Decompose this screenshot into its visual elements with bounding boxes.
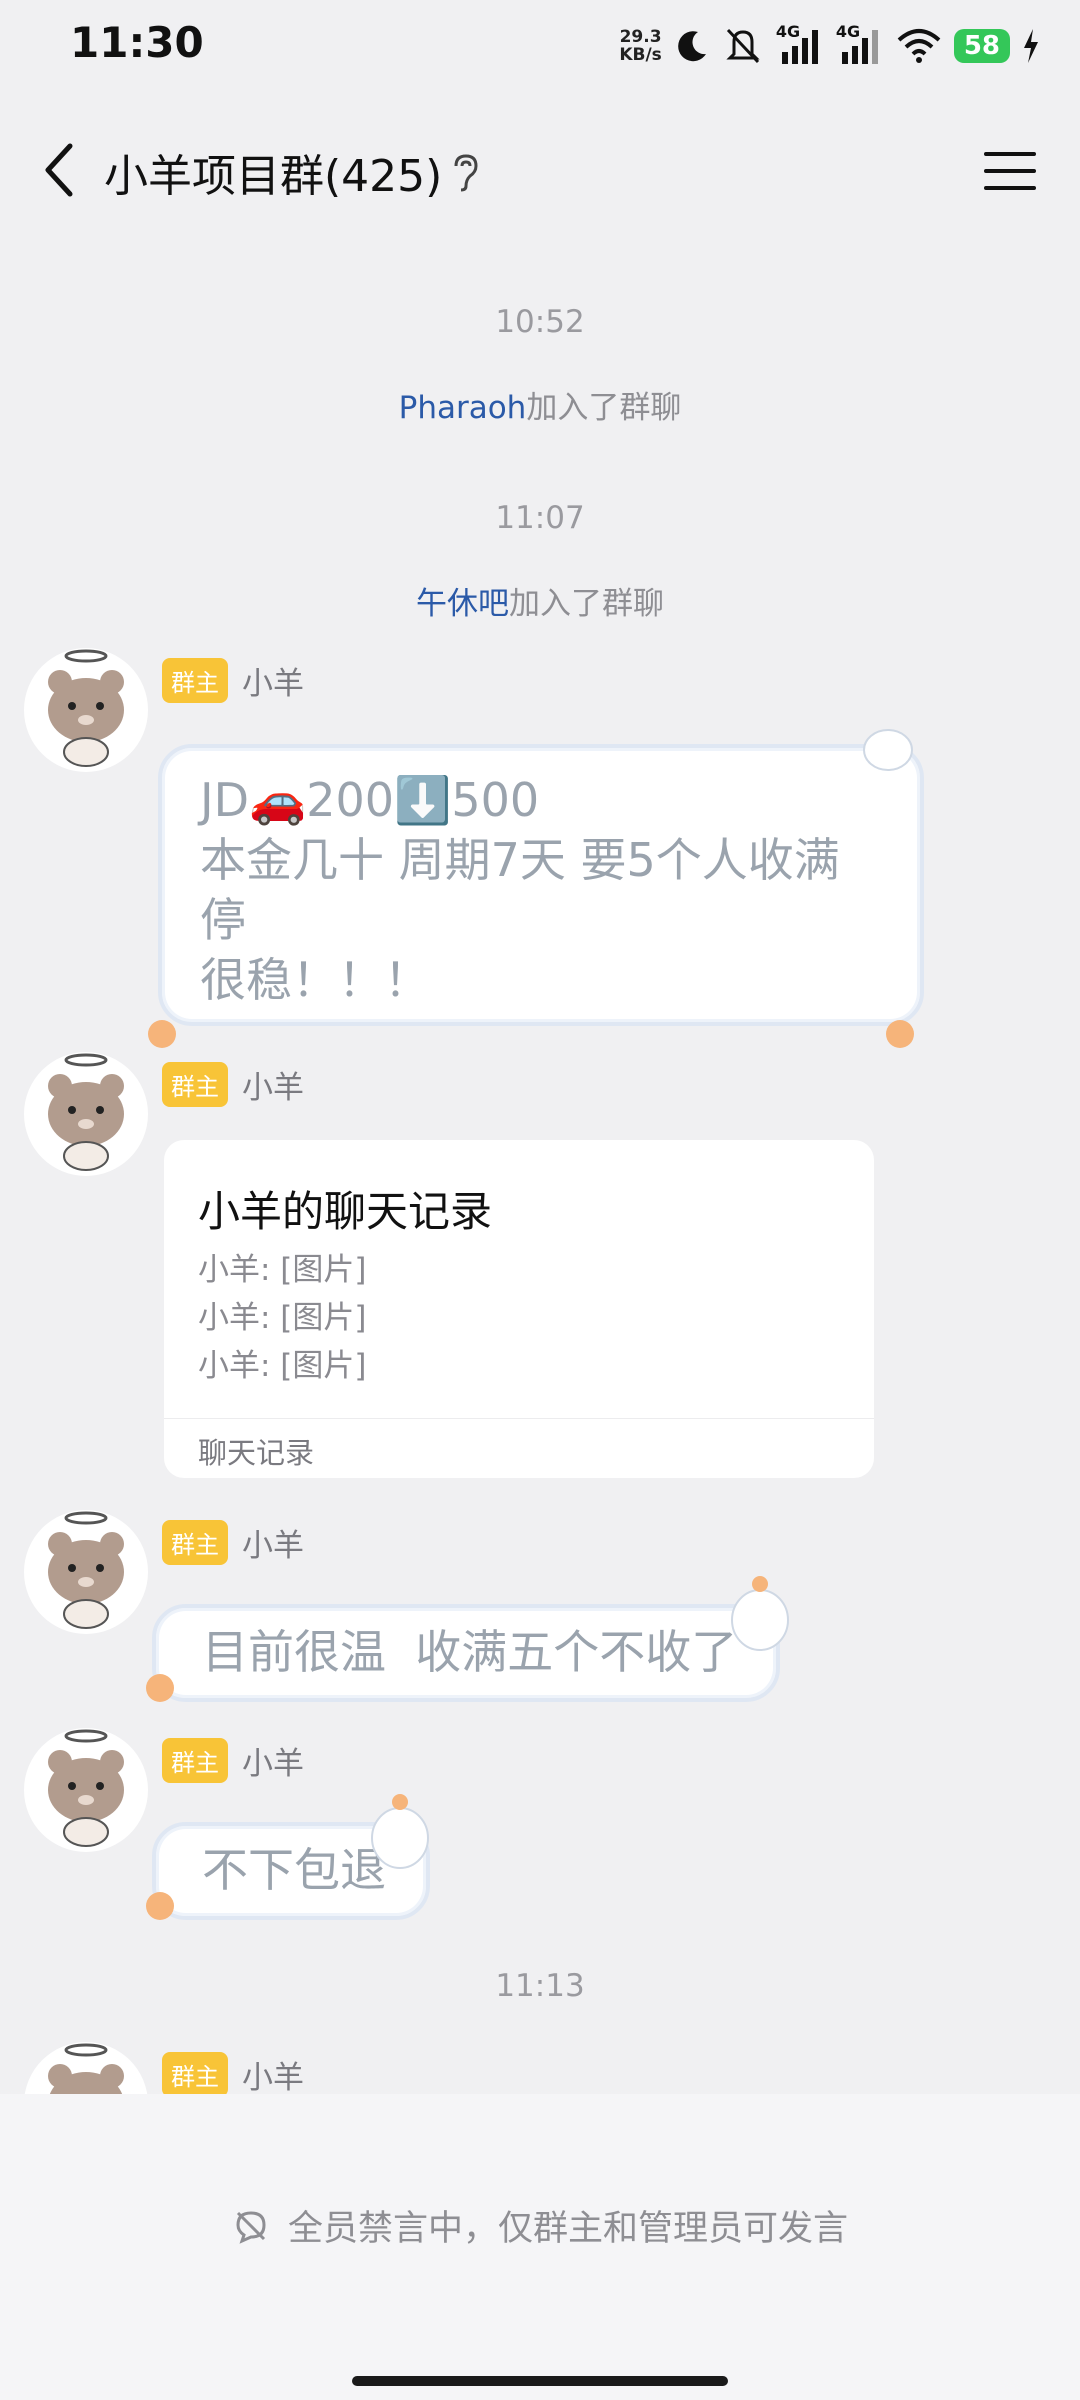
message-text: 目前很温 收满五个不收了 — [202, 1625, 738, 1679]
card-line: 小羊: [图片] — [198, 1300, 367, 1336]
avatar[interactable] — [22, 1050, 150, 1178]
message-item: 群主 小羊 JD🚗200⬇️500 本金几十 周期7天 要5个人收满 停 很稳！… — [0, 646, 1080, 1048]
no-speak-icon — [236, 2210, 266, 2244]
sender-name[interactable]: 小羊 — [242, 1738, 304, 1783]
message-text: 不下包退 — [202, 1843, 386, 1897]
sender-row: 群主 小羊 — [162, 1738, 304, 1783]
message-bubble[interactable]: 目前很温 收满五个不收了 — [152, 1604, 780, 1702]
message-item: 群主 小羊 — [0, 2040, 1080, 2094]
chick-icon — [731, 1576, 789, 1651]
status-time: 11:30 — [70, 18, 204, 67]
chick-icon — [863, 729, 913, 771]
ear-icon — [454, 154, 478, 192]
message-item: 群主 小羊 不下包退 — [0, 1726, 1080, 1926]
battery-indicator: 58 — [953, 29, 1010, 63]
signal-1: 4G — [776, 22, 824, 66]
moon-icon — [677, 31, 706, 62]
peach-icon — [146, 1674, 174, 1702]
timestamp: 11:13 — [495, 1968, 585, 2004]
sender-name[interactable]: 小羊 — [242, 658, 304, 703]
peach-icon — [146, 1892, 174, 1920]
avatar[interactable] — [22, 1726, 150, 1854]
card-line: 小羊: [图片] — [198, 1252, 367, 1288]
notice-user-link[interactable]: Pharaoh — [399, 390, 527, 426]
input-area: 全员禁言中，仅群主和管理员可发言 — [0, 2094, 1080, 2400]
owner-badge: 群主 — [162, 658, 228, 703]
mute-notice-text: 全员禁言中，仅群主和管理员可发言 — [287, 2209, 848, 2249]
message-item: 群主 小羊 — [0, 1050, 1080, 1176]
chat-history-card[interactable]: 小羊的聊天记录 小羊: [图片] 小羊: [图片] 小羊: [图片] 聊天记录 — [164, 1140, 874, 1478]
message-text: JD🚗200⬇️500 本金几十 周期7天 要5个人收满 停 很稳！！！ — [200, 773, 840, 1007]
back-icon[interactable] — [30, 138, 90, 202]
message-bubble[interactable]: JD🚗200⬇️500 本金几十 周期7天 要5个人收满 停 很稳！！！ — [158, 744, 924, 1026]
timestamp: 10:52 — [495, 304, 585, 340]
owner-badge: 群主 — [162, 1062, 228, 1107]
timestamp: 11:07 — [495, 500, 585, 536]
sender-row: 群主 小羊 — [162, 1062, 304, 1107]
wifi-icon — [897, 29, 941, 63]
card-line: 小羊: [图片] — [198, 1348, 367, 1384]
peach-icon — [148, 1020, 176, 1048]
avatar[interactable] — [22, 1508, 150, 1636]
sender-row: 群主 小羊 — [162, 2052, 304, 2094]
charging-icon — [1024, 29, 1038, 63]
sender-row: 群主 小羊 — [162, 658, 304, 703]
owner-badge: 群主 — [162, 1738, 228, 1783]
message-item: 群主 小羊 目前很温 收满五个不收了 — [0, 1508, 1080, 1708]
peach-icon — [886, 1020, 914, 1048]
sender-row: 群主 小羊 — [162, 1520, 304, 1565]
avatar[interactable] — [22, 646, 150, 774]
chick-icon — [371, 1794, 429, 1869]
menu-icon[interactable] — [982, 148, 1038, 194]
notice-user-link[interactable]: 午休吧 — [416, 586, 509, 622]
card-footer: 聊天记录 — [198, 1436, 315, 1470]
owner-badge: 群主 — [162, 2052, 228, 2094]
sender-name[interactable]: 小羊 — [242, 1062, 304, 1107]
mute-notice: 全员禁言中，仅群主和管理员可发言 — [0, 2200, 1080, 2251]
card-divider — [164, 1418, 874, 1419]
net-speed: 29.3 KB/s — [619, 27, 662, 65]
chat-header: 小羊项目群(425) — [0, 120, 1080, 220]
owner-badge: 群主 — [162, 1520, 228, 1565]
card-title: 小羊的聊天记录 — [198, 1187, 493, 1236]
system-notice: 午休吧加入了群聊 — [416, 586, 664, 622]
sender-name[interactable]: 小羊 — [242, 2052, 304, 2094]
status-icons: 29.3 KB/s 4G 4G 58 — [619, 22, 1040, 70]
chat-title[interactable]: 小羊项目群(425) — [104, 140, 442, 204]
signal-2: 4G — [836, 22, 884, 66]
sender-name[interactable]: 小羊 — [242, 1520, 304, 1565]
home-indicator[interactable] — [352, 2376, 728, 2386]
avatar[interactable] — [22, 2040, 150, 2094]
system-notice: Pharaoh加入了群聊 — [398, 390, 682, 426]
status-bar: 11:30 29.3 KB/s 4G 4G 58 — [0, 0, 1080, 90]
mute-icon — [726, 28, 760, 64]
